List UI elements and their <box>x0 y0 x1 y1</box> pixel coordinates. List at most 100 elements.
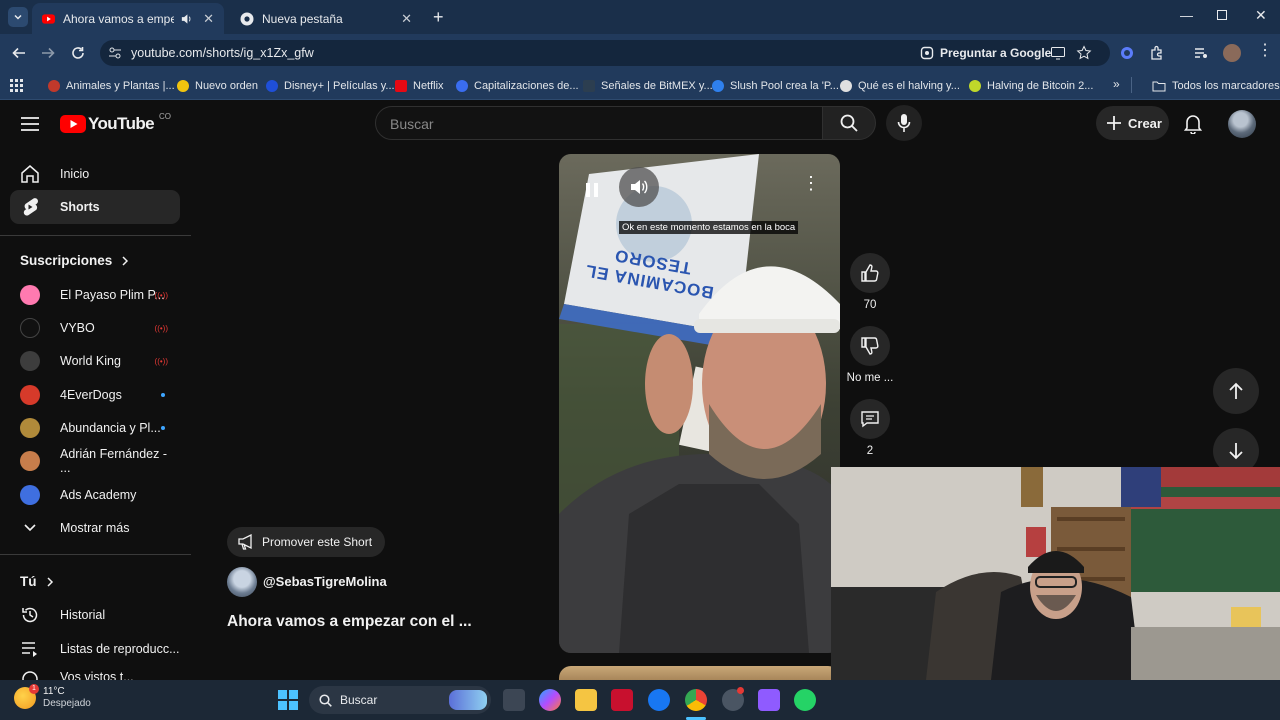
subscription-item[interactable]: Abundancia y Pl... <box>10 411 180 445</box>
channel-handle[interactable]: @SebasTigreMolina <box>263 574 387 589</box>
tab-search-button[interactable] <box>8 7 28 27</box>
reload-icon[interactable] <box>69 44 87 62</box>
create-button[interactable]: Crear <box>1096 106 1169 140</box>
sidebar-item-shorts[interactable]: Shorts <box>10 190 180 224</box>
sidebar-item-playlists[interactable]: Listas de reproducc... <box>10 632 180 666</box>
channel-avatar <box>20 485 40 505</box>
teams-icon[interactable] <box>758 689 780 711</box>
site-info-icon[interactable] <box>108 46 122 60</box>
search-box[interactable]: Buscar <box>375 106 823 140</box>
ask-google-button[interactable]: Preguntar a Google <box>912 42 1059 64</box>
plus-icon <box>1107 116 1121 130</box>
close-window-button[interactable]: ✕ <box>1255 7 1267 24</box>
tab-close-icon[interactable]: ✕ <box>203 11 214 27</box>
bookmark-favicon-icon <box>395 80 407 92</box>
subscription-item[interactable]: Ads Academy <box>10 478 180 512</box>
apps-grid-icon[interactable] <box>10 79 23 92</box>
address-bar[interactable]: youtube.com/shorts/ig_x1Zx_gfw Preguntar… <box>100 40 1110 66</box>
copilot-icon[interactable] <box>539 689 561 711</box>
profile-extension-icon[interactable] <box>1118 44 1136 62</box>
promote-short-button[interactable]: Promover este Short <box>227 527 386 557</box>
bookmark-item[interactable]: Halving de Bitcoin 2... <box>969 78 1093 94</box>
google-lens-icon <box>920 46 934 60</box>
bookmark-favicon-icon <box>840 80 852 92</box>
install-app-icon[interactable] <box>1050 45 1066 61</box>
voice-search-button[interactable] <box>886 105 922 141</box>
mcafee-icon[interactable] <box>611 689 633 711</box>
search-icon <box>319 693 332 707</box>
media-controls-icon[interactable] <box>1192 44 1210 62</box>
subscription-item[interactable]: 4EverDogs <box>10 378 180 412</box>
video-more-options-icon[interactable]: ⋮ <box>802 174 820 192</box>
sidebar-item-home[interactable]: Inicio <box>10 157 180 191</box>
bookmark-favicon-icon <box>712 80 724 92</box>
sidebar-item-history[interactable]: Historial <box>10 598 180 632</box>
taskbar-search-box[interactable]: Buscar <box>309 686 491 714</box>
facebook-icon[interactable] <box>648 689 670 711</box>
extensions-icon[interactable] <box>1148 44 1166 62</box>
subscription-item[interactable]: Adrián Fernández - ... <box>10 444 180 478</box>
all-bookmarks-folder[interactable]: Todos los marcadores <box>1152 78 1280 94</box>
tab-new-tab[interactable]: Nueva pestaña ✕ <box>230 3 422 34</box>
channel-avatar <box>20 385 40 405</box>
subscription-item[interactable]: El Payaso Plim P... ((•)) <box>10 278 180 312</box>
youtube-logo[interactable]: YouTube CO <box>60 112 171 134</box>
pause-icon <box>586 183 598 197</box>
bookmark-item[interactable]: Señales de BitMEX y... <box>583 78 713 94</box>
bookmark-item[interactable]: Qué es el halving y... <box>840 78 960 94</box>
chrome-icon[interactable] <box>685 689 707 711</box>
sidebar-item-show-more[interactable]: Mostrar más <box>10 511 180 545</box>
task-view-icon[interactable] <box>503 689 525 711</box>
notifications-bell-icon[interactable] <box>1184 114 1202 134</box>
maximize-button[interactable] <box>1217 10 1227 20</box>
comments-button[interactable] <box>850 399 890 439</box>
bookmark-item[interactable]: Capitalizaciones de... <box>456 78 579 94</box>
arrow-up-icon <box>1229 382 1243 399</box>
dislike-button[interactable] <box>850 326 890 366</box>
subscription-item[interactable]: VYBO ((•)) <box>10 311 180 345</box>
tab-close-icon[interactable]: ✕ <box>401 11 412 27</box>
subscriptions-heading[interactable]: Suscripciones <box>20 253 130 268</box>
like-count: 70 <box>863 299 877 311</box>
search-highlight-image <box>449 690 487 710</box>
short-video-player[interactable]: ⋮ Ok en este momento estamos en la boca … <box>559 154 840 653</box>
weather-widget[interactable]: 1 11°C Despejado <box>14 684 91 710</box>
minimize-button[interactable]: — <box>1180 8 1193 23</box>
next-short-preview[interactable] <box>559 666 840 680</box>
bookmark-favicon-icon <box>266 80 278 92</box>
file-explorer-icon[interactable] <box>575 689 597 711</box>
subscription-item[interactable]: World King ((•)) <box>10 344 180 378</box>
url-text[interactable]: youtube.com/shorts/ig_x1Zx_gfw <box>131 46 314 60</box>
speaker-icon[interactable] <box>180 12 193 26</box>
bookmark-item[interactable]: Animales y Plantas |... <box>48 78 175 94</box>
more-bookmarks-chevron-icon[interactable]: » <box>1113 77 1120 91</box>
volume-button[interactable] <box>619 167 659 207</box>
search-input[interactable]: Buscar <box>390 116 434 132</box>
new-tab-button[interactable]: + <box>433 7 444 28</box>
whatsapp-icon[interactable] <box>794 689 816 711</box>
windows-start-icon[interactable] <box>278 690 298 710</box>
pause-button[interactable] <box>573 171 611 209</box>
bookmark-item[interactable]: Slush Pool crea la 'P... <box>712 78 839 94</box>
home-icon <box>21 165 39 183</box>
bookmark-item[interactable]: Disney+ | Películas y... <box>266 78 395 94</box>
forward-arrow-icon[interactable] <box>39 44 57 62</box>
previous-short-button[interactable] <box>1213 368 1259 414</box>
ask-google-label: Preguntar a Google <box>940 46 1052 60</box>
sidebar-item-partial[interactable]: Vos vistos t... <box>10 665 180 680</box>
like-button[interactable] <box>850 253 890 293</box>
profile-avatar[interactable] <box>1223 44 1241 62</box>
short-title[interactable]: Ahora vamos a empezar con el ... <box>227 613 472 631</box>
search-button[interactable] <box>822 106 876 140</box>
channel-avatar[interactable] <box>227 567 257 597</box>
bookmark-star-icon[interactable] <box>1076 45 1092 61</box>
account-avatar[interactable] <box>1228 110 1256 138</box>
bookmark-item[interactable]: Nuevo orden <box>177 78 258 94</box>
browser-menu-icon[interactable]: ⋮ <box>1257 43 1273 59</box>
bookmark-item[interactable]: Netflix <box>395 78 444 94</box>
you-heading[interactable]: Tú <box>20 574 55 589</box>
hamburger-menu-icon[interactable] <box>20 116 40 132</box>
tab-title: Nueva pestaña <box>262 11 343 26</box>
back-arrow-icon[interactable] <box>10 44 28 62</box>
tab-youtube[interactable]: Ahora vamos a empezar con el ✕ <box>32 3 224 34</box>
